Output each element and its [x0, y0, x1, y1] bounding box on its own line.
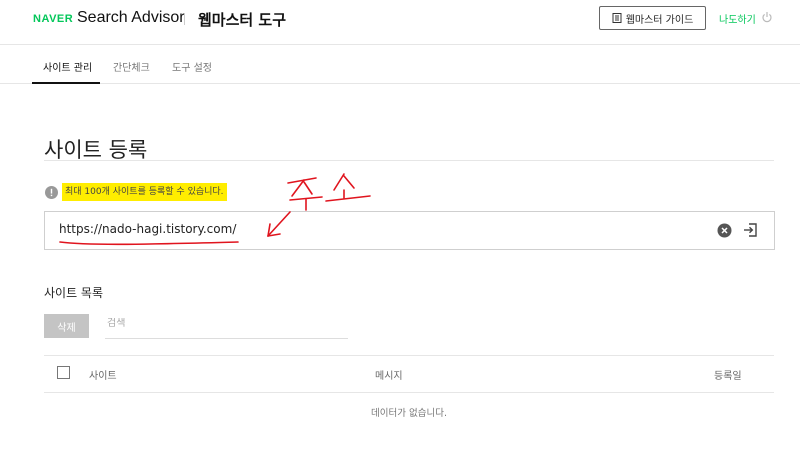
- tool-name[interactable]: 웹마스터 도구: [198, 9, 286, 30]
- title-divider: [44, 160, 774, 161]
- column-registered-date[interactable]: 등록일: [714, 367, 742, 382]
- tab-tool-settings[interactable]: 도구 설정: [172, 59, 212, 74]
- product-name[interactable]: Search Advisor: [77, 9, 185, 27]
- select-all-checkbox[interactable]: [57, 366, 70, 379]
- tab-quick-check[interactable]: 간단체크: [113, 59, 150, 74]
- site-search-input[interactable]: [107, 318, 342, 329]
- user-name[interactable]: 나도하기: [719, 11, 756, 26]
- site-limit-notice: 최대 100개 사이트를 등록할 수 있습니다.: [62, 183, 227, 201]
- column-site[interactable]: 사이트: [89, 367, 117, 382]
- submit-icon[interactable]: [742, 222, 758, 238]
- header-divider: [184, 13, 185, 25]
- empty-table-message: 데이터가 없습니다.: [371, 408, 447, 419]
- tab-site-management[interactable]: 사이트 관리: [43, 59, 92, 74]
- site-list-title: 사이트 목록: [44, 286, 104, 300]
- power-icon[interactable]: [761, 11, 773, 23]
- naver-logo[interactable]: NAVER: [33, 13, 73, 25]
- site-table-header: 사이트 메시지 등록일: [44, 355, 774, 393]
- column-message[interactable]: 메시지: [375, 367, 403, 382]
- top-header: NAVER Search Advisor 웹마스터 도구 웹마스터 가이드 나도…: [0, 0, 800, 40]
- site-search-box: [105, 314, 348, 339]
- delete-button[interactable]: 삭제: [44, 314, 89, 338]
- webmaster-guide-label: 웹마스터 가이드: [625, 14, 694, 26]
- info-icon: [45, 186, 58, 199]
- clear-icon[interactable]: [717, 223, 732, 238]
- site-url-input[interactable]: [59, 222, 659, 236]
- tab-bar: 사이트 관리 간단체크 도구 설정: [0, 44, 800, 84]
- site-url-field: [44, 211, 775, 250]
- webmaster-guide-button[interactable]: 웹마스터 가이드: [599, 6, 706, 30]
- active-tab-indicator: [32, 82, 100, 84]
- document-icon: [612, 13, 622, 23]
